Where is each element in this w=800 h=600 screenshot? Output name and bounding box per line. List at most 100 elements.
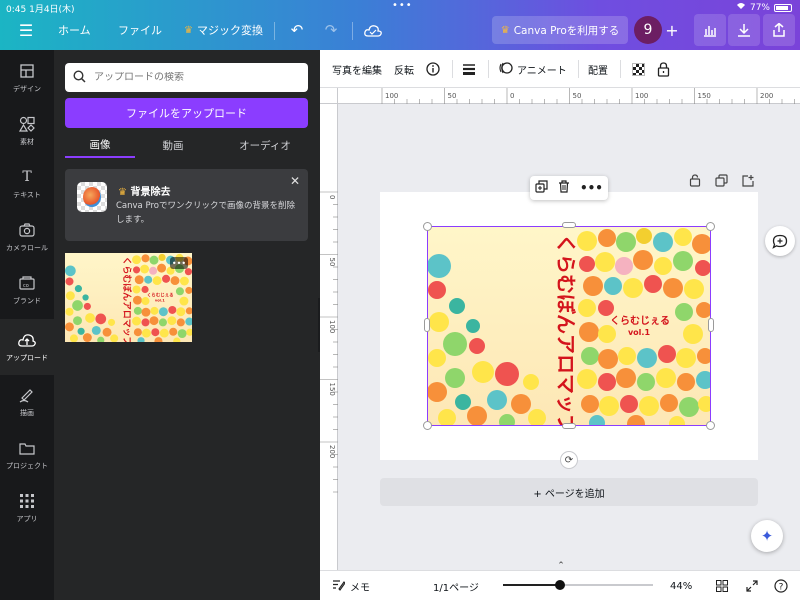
chevron-up-icon[interactable]: ⌃ <box>552 562 570 571</box>
file-menu-button[interactable]: ファイル <box>118 14 162 46</box>
ruler-tick-label: 0 <box>328 195 336 199</box>
battery-icon <box>774 3 792 12</box>
resize-handle-top[interactable] <box>562 222 576 228</box>
rail-item-draw[interactable]: 描画 <box>0 378 54 426</box>
rail-item-design[interactable]: デザイン <box>0 54 54 102</box>
add-page-icon[interactable] <box>739 172 755 188</box>
cloud-sync-icon[interactable] <box>362 14 384 46</box>
magic-assistant-icon[interactable]: ✦ <box>751 520 783 552</box>
selection-frame <box>427 226 711 426</box>
lock-page-icon[interactable] <box>687 172 703 188</box>
zoom-slider[interactable] <box>503 580 653 590</box>
left-rail: デザイン 素材 T テキスト カメラロール co ブランド アップロード 描画 … <box>0 50 54 600</box>
resize-handle-br[interactable] <box>706 421 715 430</box>
search-box[interactable] <box>65 63 308 92</box>
canva-pro-button[interactable]: ♛ Canva Proを利用する <box>492 16 628 44</box>
more-options-icon[interactable]: ••• <box>580 181 603 195</box>
insights-chart-icon[interactable] <box>694 14 726 46</box>
search-input[interactable] <box>94 72 294 83</box>
redo-icon[interactable]: ↷ <box>320 14 342 46</box>
rail-item-text[interactable]: T テキスト <box>0 160 54 208</box>
lock-icon[interactable] <box>654 50 672 88</box>
ruler-tick-label: 200 <box>328 445 336 458</box>
design-icon <box>18 62 36 80</box>
media-tabs: 画像 動画 オーディオ <box>65 132 308 158</box>
editor-toolbar: 写真を編集 反転 アニメート 配置 <box>320 50 800 88</box>
resize-handle-tl[interactable] <box>423 222 432 231</box>
undo-icon[interactable]: ↶ <box>286 14 308 46</box>
share-icon[interactable] <box>763 14 795 46</box>
horizontal-ruler-ticks: 10050050100150200250300 <box>381 88 795 104</box>
uploaded-image-thumbnail[interactable]: ••• <box>65 253 194 355</box>
rail-label: ブランド <box>13 297 41 305</box>
multitask-dots[interactable]: ••• <box>392 0 413 11</box>
menu-icon[interactable]: ☰ <box>12 14 40 46</box>
magic-switch-button[interactable]: ♛ マジック変換 <box>184 14 263 46</box>
home-button[interactable]: ホーム <box>58 14 91 46</box>
animate-button[interactable]: アニメート <box>498 50 567 88</box>
tab-audio[interactable]: オーディオ <box>225 132 305 158</box>
duplicate-page-icon[interactable] <box>713 172 729 188</box>
help-icon[interactable]: ? <box>774 571 788 600</box>
notes-icon <box>332 579 346 594</box>
rail-label: 素材 <box>20 138 34 146</box>
tab-videos[interactable]: 動画 <box>143 132 203 158</box>
close-icon[interactable]: ✕ <box>290 174 300 188</box>
zoom-slider-knob[interactable] <box>555 580 565 590</box>
svg-text:co: co <box>23 283 29 289</box>
notes-button[interactable]: メモ <box>332 571 370 600</box>
download-icon[interactable] <box>728 14 760 46</box>
resize-handle-bottom[interactable] <box>562 423 576 429</box>
promo-text: Canva Proでワンクリックで画像の背景を削除します。 <box>116 201 295 225</box>
avatar[interactable]: 9 <box>634 16 662 44</box>
animate-icon <box>498 61 513 78</box>
ruler-tick-label: 200 <box>760 92 773 100</box>
vertical-ruler-ticks: 0 50 100 150 200 <box>320 191 338 493</box>
more-options-icon[interactable]: ••• <box>170 257 188 269</box>
duplicate-icon[interactable] <box>535 180 548 196</box>
rail-item-projects[interactable]: プロジェクト <box>0 431 54 479</box>
ruler-tick-label: 0 <box>510 92 514 100</box>
border-style-icon[interactable] <box>460 50 478 88</box>
zoom-value[interactable]: 44% <box>670 571 692 600</box>
horizontal-ruler: 10050050100150200250300 <box>338 88 800 104</box>
ruler-tick-label: 100 <box>328 320 336 333</box>
background-remover-promo[interactable]: ♛ 背景除去 Canva Proでワンクリックで画像の背景を削除します。 ✕ <box>65 169 308 241</box>
add-comment-icon[interactable] <box>765 226 795 256</box>
trash-icon[interactable] <box>558 180 570 196</box>
transparency-icon[interactable] <box>629 50 647 88</box>
flip-button[interactable]: 反転 <box>394 50 414 88</box>
tab-images[interactable]: 画像 <box>65 132 135 158</box>
add-page-button[interactable]: + ページを追加 <box>380 478 758 506</box>
elements-icon <box>18 115 36 133</box>
page-counter[interactable]: 1/1ページ <box>433 571 479 600</box>
resize-handle-right[interactable] <box>708 318 714 332</box>
rail-item-camera-roll[interactable]: カメラロール <box>0 213 54 261</box>
text-icon: T <box>22 169 32 185</box>
fullscreen-icon[interactable] <box>746 571 758 600</box>
rail-item-brand[interactable]: co ブランド <box>0 266 54 314</box>
rotate-icon[interactable]: ⟳ <box>560 451 578 469</box>
draw-icon <box>18 386 36 404</box>
add-collaborator-button[interactable]: + <box>662 14 682 46</box>
rail-label: 描画 <box>20 409 34 417</box>
rail-item-upload[interactable]: アップロード <box>0 319 54 375</box>
rail-item-apps[interactable]: アプリ <box>0 484 54 532</box>
resize-handle-bl[interactable] <box>423 421 432 430</box>
ruler-corner <box>320 88 338 104</box>
resize-handle-tr[interactable] <box>706 222 715 231</box>
ruler-tick-label: 50 <box>573 92 582 100</box>
promo-title: 背景除去 <box>130 187 171 198</box>
info-icon[interactable] <box>424 50 442 88</box>
rail-item-elements[interactable]: 素材 <box>0 107 54 155</box>
upload-icon <box>18 331 36 349</box>
magic-switch-label: マジック変換 <box>196 24 263 37</box>
grid-view-icon[interactable] <box>716 571 728 600</box>
rail-label: プロジェクト <box>6 462 48 470</box>
rail-label: アプリ <box>16 515 38 523</box>
arrange-button[interactable]: 配置 <box>588 50 608 88</box>
folder-icon <box>18 439 36 457</box>
edit-photo-button[interactable]: 写真を編集 <box>332 50 382 88</box>
resize-handle-left[interactable] <box>424 318 430 332</box>
upload-file-button[interactable]: ファイルをアップロード <box>65 98 308 128</box>
